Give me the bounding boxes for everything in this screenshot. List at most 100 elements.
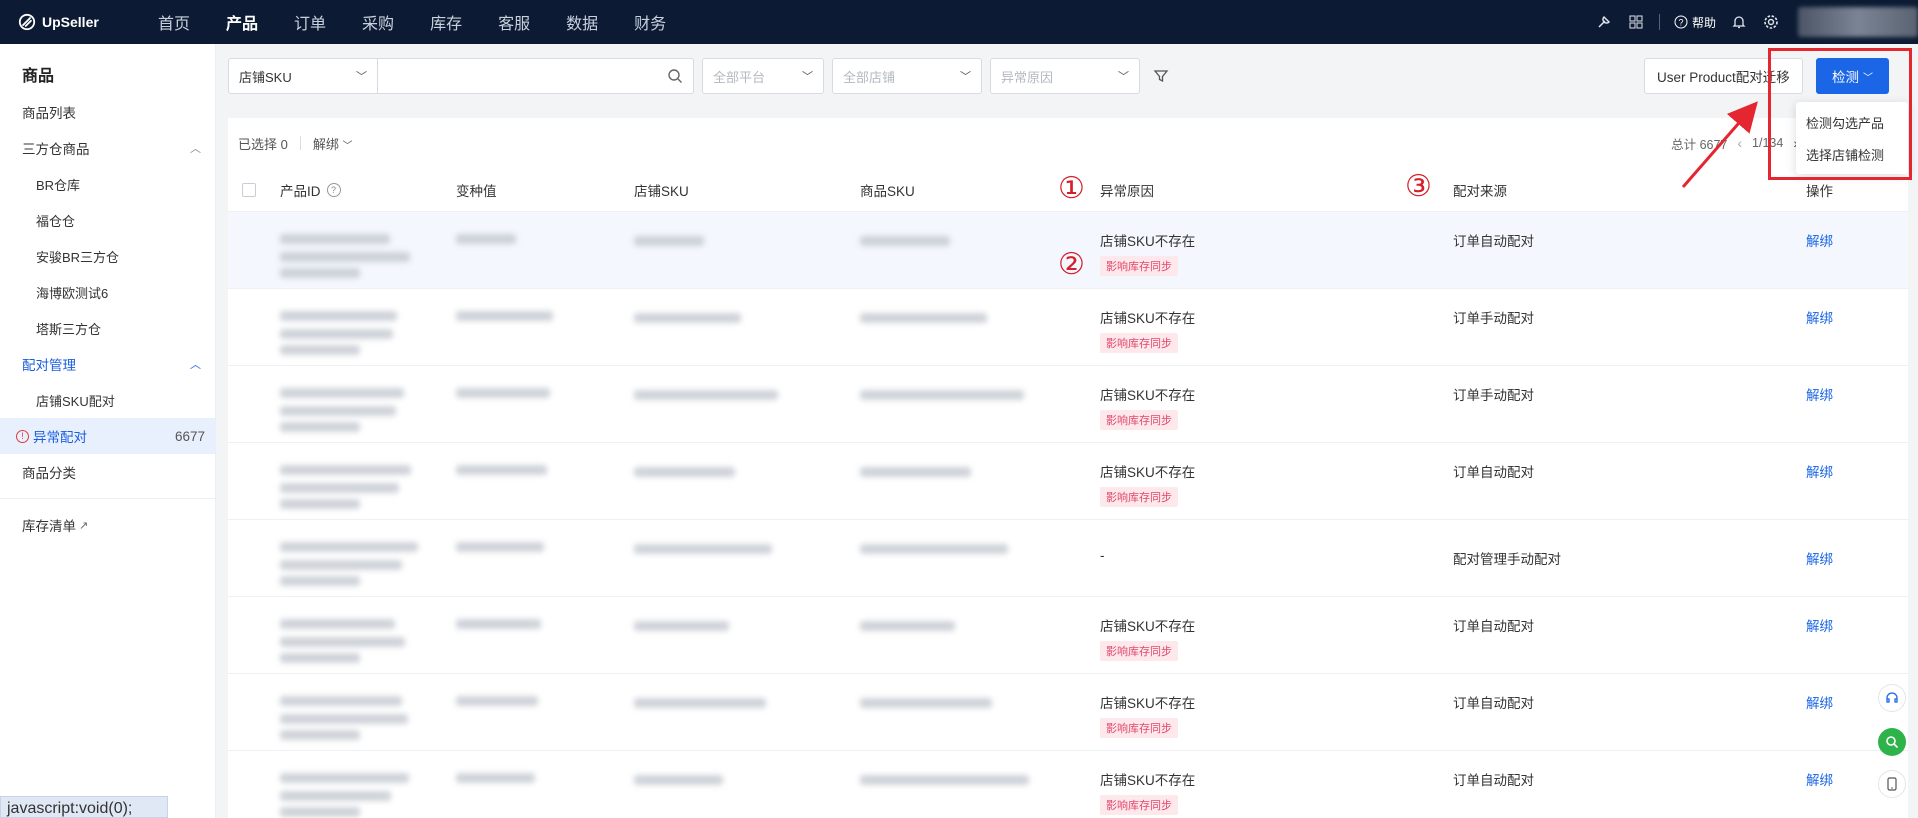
col-variant: 变种值 (456, 184, 497, 199)
sidebar-item-store-sku-pairing[interactable]: 店铺SKU配对 (0, 382, 215, 418)
sidebar-item-label: 配对管理 (22, 358, 76, 373)
store-select[interactable]: 全部店铺 ﹀ (832, 58, 982, 94)
sidebar-group-pairing[interactable]: 配对管理 ︿ (0, 346, 215, 382)
sidebar-group-3pl-products[interactable]: 三方仓商品 ︿ (0, 130, 215, 166)
results-table-card: 已选择 0 解绑 ﹀ 总计 6677 ‹ 1/134 › 产品ID? 变种值 店… (228, 118, 1908, 818)
nav-data[interactable]: 数据 (548, 0, 616, 44)
sidebar-item-inventory-list[interactable]: 库存清单 ↗ (0, 507, 215, 543)
bulk-unbind-label: 解绑 (312, 136, 339, 152)
redacted-text (456, 619, 541, 629)
select-all-checkbox[interactable] (242, 168, 256, 212)
unbind-link[interactable]: 解绑 (1806, 615, 1833, 635)
chevron-up-icon: ︿ (190, 143, 201, 155)
sidebar-item-anjun-br[interactable]: 安骏BR三方仓 (0, 238, 215, 274)
unbind-link[interactable]: 解绑 (1806, 548, 1833, 568)
brand-logo[interactable]: UpSeller (0, 13, 140, 31)
unbind-link[interactable]: 解绑 (1806, 230, 1833, 250)
search-field-select[interactable]: 店铺SKU ﹀ (228, 58, 378, 94)
redacted-text (634, 390, 778, 400)
gear-icon[interactable] (1762, 13, 1780, 31)
sidebar-item-count: 6677 (174, 428, 205, 444)
redacted-text (860, 467, 971, 477)
redacted-text (280, 406, 396, 416)
abnormal-reason-text: 店铺SKU不存在 (1100, 234, 1196, 249)
nav-products[interactable]: 产品 (208, 0, 276, 44)
table-row: 店铺SKU不存在 影响库存同步 订单自动配对 解绑 (228, 443, 1908, 520)
col-store-sku: 店铺SKU (634, 184, 689, 199)
sidebar-item-br-warehouse[interactable]: BR仓库 (0, 166, 215, 202)
nav-customer-service[interactable]: 客服 (480, 0, 548, 44)
search-float-icon[interactable] (1878, 728, 1906, 756)
redacted-text (456, 773, 535, 783)
chevron-down-icon: ﹀ (802, 71, 813, 83)
sidebar-item-label: 异常配对 (33, 430, 87, 445)
redacted-text (280, 388, 404, 398)
question-icon[interactable]: ? (326, 183, 341, 197)
prev-page-icon[interactable]: ‹ (1737, 135, 1742, 151)
redacted-text (634, 698, 766, 708)
pairing-source-cell: 订单手动配对 (1453, 311, 1534, 326)
pairing-source-cell: 订单自动配对 (1453, 465, 1534, 480)
abnormal-reason-text: 店铺SKU不存在 (1100, 773, 1196, 788)
sidebar-item-label: 商品列表 (22, 106, 76, 121)
reason-select[interactable]: 异常原因 ﹀ (990, 58, 1140, 94)
abnormal-reason-cell: 店铺SKU不存在 影响库存同步 (1100, 769, 1195, 815)
sidebar-item-label: 安骏BR三方仓 (36, 249, 120, 265)
nav-home[interactable]: 首页 (140, 0, 208, 44)
redacted-row-content (228, 212, 1086, 288)
filter-funnel-icon[interactable] (1148, 63, 1174, 89)
bulk-unbind-dropdown[interactable]: 解绑 ﹀ (313, 134, 353, 153)
sidebar-item-label: 库存清单 (22, 519, 76, 534)
redacted-text (860, 775, 1029, 785)
redacted-text (280, 637, 405, 647)
nav-inventory[interactable]: 库存 (412, 0, 480, 44)
support-headset-icon[interactable] (1878, 684, 1906, 712)
nav-finance[interactable]: 财务 (616, 0, 684, 44)
redacted-text (456, 696, 538, 706)
platform-select[interactable]: 全部平台 ﹀ (702, 58, 824, 94)
help-button[interactable]: ? 帮助 (1674, 14, 1716, 31)
abnormal-reason-cell: - (1100, 548, 1105, 563)
redacted-text (456, 234, 516, 244)
help-label: 帮助 (1691, 15, 1716, 30)
nav-purchase[interactable]: 采购 (344, 0, 412, 44)
redacted-text (280, 714, 408, 724)
chevron-down-icon: ﹀ (356, 71, 367, 83)
redacted-text (634, 544, 772, 554)
selected-count: 已选择 0 (238, 136, 288, 152)
search-input[interactable] (378, 59, 658, 93)
mobile-icon[interactable] (1878, 770, 1906, 798)
unbind-link[interactable]: 解绑 (1806, 307, 1833, 327)
abnormal-reason-text: 店铺SKU不存在 (1100, 619, 1196, 634)
redacted-text (280, 653, 360, 663)
annotation-highlight-box (1768, 48, 1912, 180)
sidebar-item-label: 海博欧测试6 (36, 285, 109, 301)
bell-icon[interactable] (1730, 13, 1748, 31)
tool-icon[interactable] (1595, 13, 1613, 31)
unbind-link[interactable]: 解绑 (1806, 769, 1833, 789)
redacted-text (280, 560, 402, 570)
sidebar-item-abnormal-pairing[interactable]: ! 异常配对 6677 (0, 418, 215, 454)
redacted-text (280, 576, 360, 586)
user-account-blurred[interactable] (1798, 7, 1918, 37)
checkbox[interactable] (242, 183, 256, 197)
redacted-row-content (228, 289, 1086, 365)
redacted-text (280, 542, 418, 552)
redacted-text (280, 311, 397, 321)
unbind-link[interactable]: 解绑 (1806, 461, 1833, 481)
search-icon[interactable] (667, 68, 683, 84)
sidebar-item-product-category[interactable]: 商品分类 (0, 454, 215, 490)
abnormal-reason-cell: 店铺SKU不存在 影响库存同步 (1100, 230, 1195, 276)
total-count: 总计 6677 (1671, 137, 1728, 152)
sidebar-item-haibo-test[interactable]: 海博欧测试6 (0, 274, 215, 310)
sidebar-item-fucang[interactable]: 福仓仓 (0, 202, 215, 238)
sidebar-item-product-list[interactable]: 商品列表 (0, 94, 215, 130)
unbind-link[interactable]: 解绑 (1806, 384, 1833, 404)
apps-grid-icon[interactable] (1627, 13, 1645, 31)
nav-orders[interactable]: 订单 (276, 0, 344, 44)
sidebar-item-label: 店铺SKU配对 (36, 393, 115, 409)
inventory-sync-warning-badge: 影响库存同步 (1100, 487, 1178, 507)
unbind-link[interactable]: 解绑 (1806, 692, 1833, 712)
redacted-text (860, 313, 987, 323)
sidebar-item-tasi[interactable]: 塔斯三方仓 (0, 310, 215, 346)
